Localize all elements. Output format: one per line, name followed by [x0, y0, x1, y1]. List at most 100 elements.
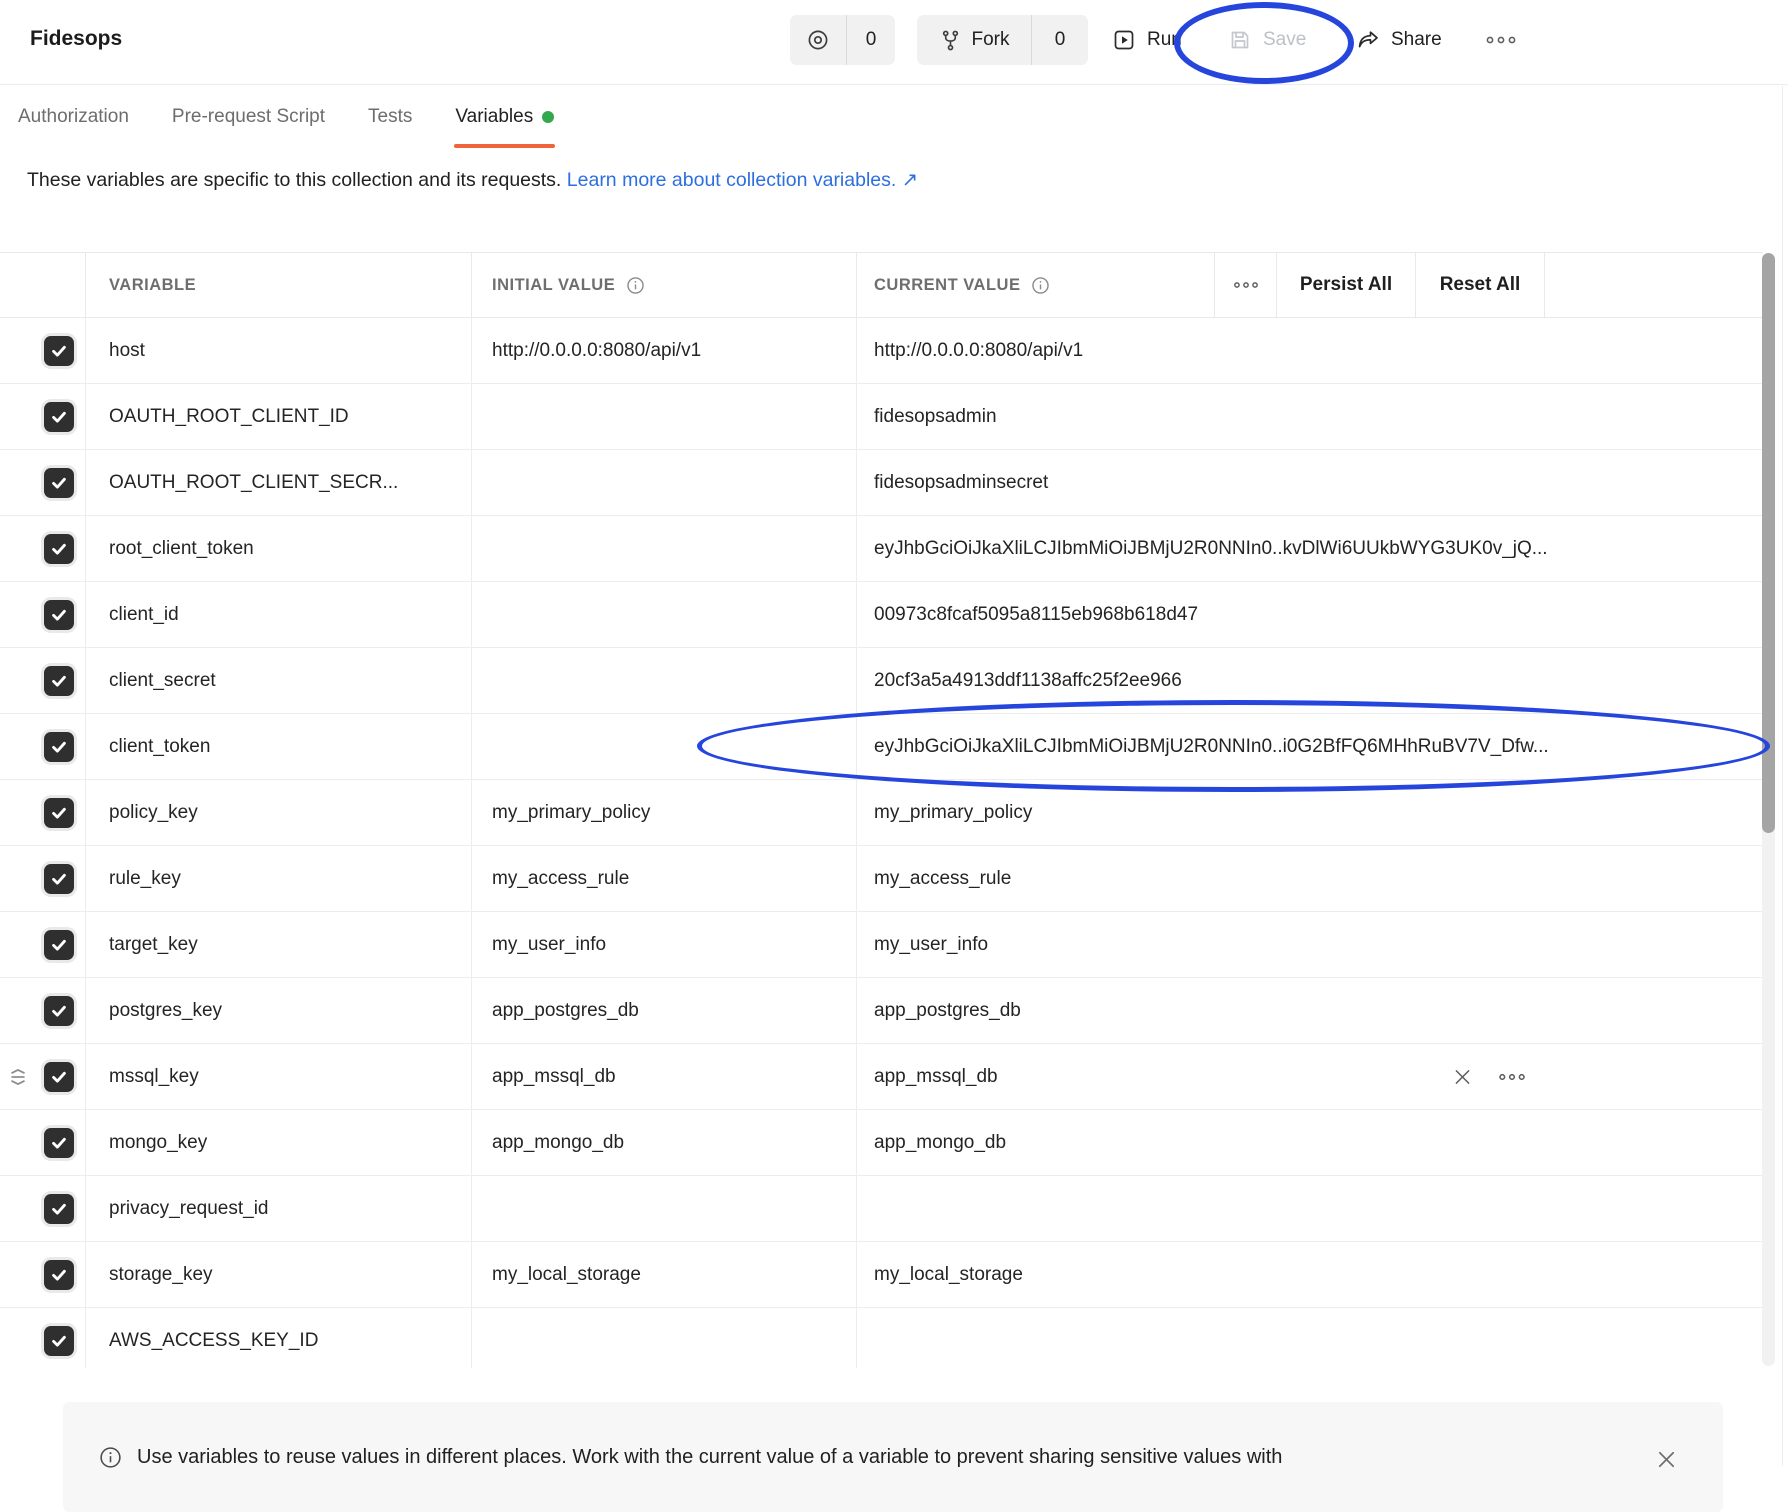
row-checkbox[interactable] — [44, 1260, 74, 1290]
info-icon[interactable] — [625, 275, 646, 296]
tab-pre-request-script[interactable]: Pre-request Script — [172, 85, 325, 148]
row-checkbox[interactable] — [44, 666, 74, 696]
row-checkbox[interactable] — [44, 1062, 74, 1092]
scrollbar-thumb[interactable] — [1762, 253, 1775, 833]
watch-count[interactable]: 0 — [846, 15, 895, 65]
initial-value-cell[interactable] — [472, 1308, 857, 1368]
variable-name-cell[interactable]: client_id — [86, 582, 472, 647]
drag-handle-icon[interactable] — [7, 1065, 29, 1089]
initial-value-cell[interactable]: my_primary_policy — [472, 780, 857, 845]
row-checkbox[interactable] — [44, 402, 74, 432]
row-checkbox[interactable] — [44, 336, 74, 366]
tab-variables[interactable]: Variables — [455, 85, 554, 148]
row-checkbox[interactable] — [44, 1128, 74, 1158]
row-checkbox[interactable] — [44, 600, 74, 630]
variable-name-cell[interactable]: OAUTH_ROOT_CLIENT_SECR... — [86, 450, 472, 515]
current-value-cell[interactable]: http://0.0.0.0:8080/api/v1 — [857, 318, 1763, 383]
tab-tests[interactable]: Tests — [368, 85, 412, 148]
row-more-options-icon[interactable] — [1497, 1070, 1527, 1083]
initial-value-cell[interactable] — [472, 648, 857, 713]
row-checkbox[interactable] — [44, 864, 74, 894]
variable-name-cell[interactable]: root_client_token — [86, 516, 472, 581]
tab-authorization[interactable]: Authorization — [18, 85, 129, 148]
variable-name-cell[interactable]: storage_key — [86, 1242, 472, 1307]
table-scrollbar[interactable] — [1762, 253, 1775, 1366]
variable-name-cell[interactable]: mongo_key — [86, 1110, 472, 1175]
row-checkbox[interactable] — [44, 798, 74, 828]
current-value-cell[interactable]: 20cf3a5a4913ddf1138affc25f2ee966 — [857, 648, 1763, 713]
fork-button[interactable]: Fork — [917, 15, 1031, 65]
initial-value-cell[interactable]: app_mssql_db — [472, 1044, 857, 1109]
row-checkbox[interactable] — [44, 996, 74, 1026]
variable-name-cell[interactable]: OAUTH_ROOT_CLIENT_ID — [86, 384, 472, 449]
current-value-cell[interactable]: my_local_storage — [857, 1242, 1763, 1307]
row-checkbox-cell — [0, 450, 86, 515]
initial-value-cell[interactable] — [472, 1176, 857, 1241]
row-checkbox[interactable] — [44, 1194, 74, 1224]
fork-label: Fork — [972, 29, 1010, 51]
current-value-cell[interactable] — [857, 1176, 1763, 1241]
table-body: host http://0.0.0.0:8080/api/v1 http://0… — [0, 318, 1763, 1368]
current-value-cell[interactable]: eyJhbGciOiJkaXliLCJIbmMiOiJBMjU2R0NNIn0.… — [857, 516, 1763, 581]
current-value-cell[interactable]: fidesopsadminsecret — [857, 450, 1763, 515]
initial-value-cell[interactable]: app_mongo_db — [472, 1110, 857, 1175]
reset-all-button[interactable]: Reset All — [1416, 253, 1545, 317]
more-options-button[interactable] — [1484, 15, 1518, 65]
table-header-row: VARIABLE INITIAL VALUE CURRENT VALUE — [0, 252, 1763, 318]
share-button[interactable]: Share — [1356, 15, 1442, 65]
variable-name-cell[interactable]: postgres_key — [86, 978, 472, 1043]
more-horizontal-icon — [1484, 33, 1518, 47]
current-value-cell[interactable]: my_user_info — [857, 912, 1763, 977]
row-checkbox[interactable] — [44, 1326, 74, 1356]
row-checkbox[interactable] — [44, 732, 74, 762]
variable-name-cell[interactable]: client_token — [86, 714, 472, 779]
variable-name-cell[interactable]: rule_key — [86, 846, 472, 911]
row-checkbox[interactable] — [44, 468, 74, 498]
watch-button[interactable] — [790, 15, 846, 65]
table-more-options-button[interactable] — [1215, 253, 1277, 317]
variables-table: VARIABLE INITIAL VALUE CURRENT VALUE — [0, 252, 1763, 1368]
table-row: rule_key my_access_rule my_access_rule — [0, 846, 1763, 912]
variables-info-banner: Use variables to reuse values in differe… — [63, 1402, 1723, 1512]
current-value-cell[interactable]: app_mongo_db — [857, 1110, 1763, 1175]
row-checkbox[interactable] — [44, 930, 74, 960]
variable-name-cell[interactable]: target_key — [86, 912, 472, 977]
initial-value-cell[interactable]: my_access_rule — [472, 846, 857, 911]
current-value-cell[interactable]: eyJhbGciOiJkaXliLCJIbmMiOiJBMjU2R0NNIn0.… — [857, 714, 1763, 779]
initial-value-cell[interactable] — [472, 516, 857, 581]
initial-value-cell[interactable]: app_postgres_db — [472, 978, 857, 1043]
current-value-cell[interactable]: fidesopsadmin — [857, 384, 1763, 449]
initial-value-cell[interactable]: my_local_storage — [472, 1242, 857, 1307]
persist-all-button[interactable]: Persist All — [1277, 253, 1416, 317]
initial-value-cell[interactable] — [472, 582, 857, 647]
close-icon[interactable] — [1655, 1448, 1678, 1471]
delete-row-icon[interactable] — [1452, 1066, 1473, 1087]
initial-value-cell[interactable] — [472, 450, 857, 515]
run-button[interactable]: Run — [1112, 15, 1182, 65]
fork-icon — [939, 29, 962, 52]
current-value-cell[interactable]: my_primary_policy — [857, 780, 1763, 845]
variable-name-cell[interactable]: privacy_request_id — [86, 1176, 472, 1241]
current-value-cell[interactable]: my_access_rule — [857, 846, 1763, 911]
current-value-cell[interactable]: app_postgres_db — [857, 978, 1763, 1043]
variable-name-cell[interactable]: policy_key — [86, 780, 472, 845]
initial-value-cell[interactable]: http://0.0.0.0:8080/api/v1 — [472, 318, 857, 383]
fork-count[interactable]: 0 — [1031, 15, 1088, 65]
current-value-cell[interactable]: app_mssql_db — [857, 1044, 1763, 1109]
variable-name-cell[interactable]: client_secret — [86, 648, 472, 713]
variable-name-cell[interactable]: AWS_ACCESS_KEY_ID — [86, 1308, 472, 1368]
current-value-cell[interactable] — [857, 1308, 1763, 1368]
current-value-cell[interactable]: 00973c8fcaf5095a8115eb968b618d47 — [857, 582, 1763, 647]
save-button[interactable]: Save — [1228, 15, 1306, 65]
initial-value-cell[interactable] — [472, 384, 857, 449]
collection-header: Fidesops 0 Fork 0 — [0, 0, 1788, 85]
row-checkbox[interactable] — [44, 534, 74, 564]
tab-label: Variables — [455, 106, 533, 128]
info-icon[interactable] — [1030, 275, 1051, 296]
initial-value-cell[interactable] — [472, 714, 857, 779]
learn-more-link[interactable]: Learn more about collection variables. ↗ — [567, 169, 918, 191]
variable-name-cell[interactable]: host — [86, 318, 472, 383]
variable-name-cell[interactable]: mssql_key — [86, 1044, 472, 1109]
table-row: client_secret 20cf3a5a4913ddf1138affc25f… — [0, 648, 1763, 714]
initial-value-cell[interactable]: my_user_info — [472, 912, 857, 977]
